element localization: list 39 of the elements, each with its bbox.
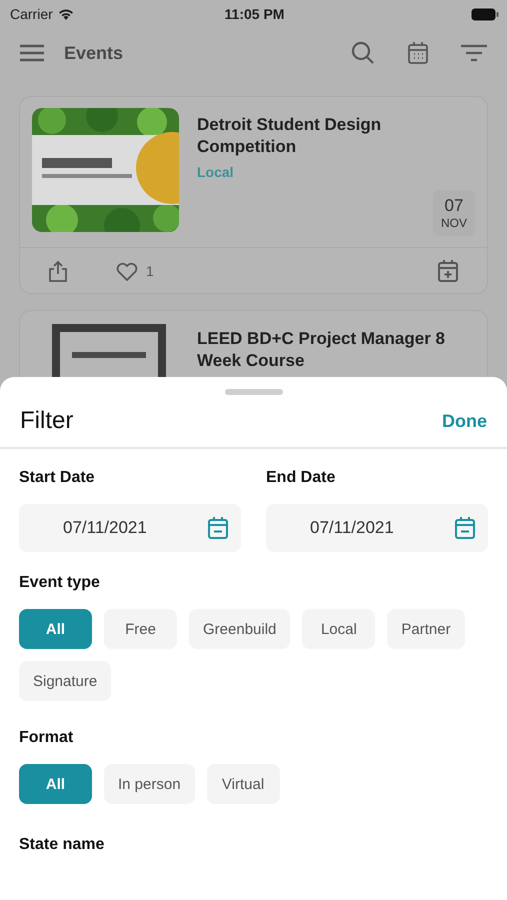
add-to-calendar-button[interactable] [437, 258, 459, 282]
battery-icon [471, 8, 499, 20]
drag-handle[interactable] [224, 389, 282, 395]
carrier-name: Carrier [10, 6, 53, 22]
menu-button[interactable] [20, 44, 44, 62]
filter-chip[interactable]: Greenbuild [189, 609, 290, 649]
share-button[interactable] [48, 260, 68, 282]
calendar-plus-icon [437, 258, 459, 282]
event-card[interactable]: LEED BD+C Project Manager 8 Week Course [19, 310, 488, 377]
event-type: Local [197, 164, 235, 180]
filter-chip[interactable]: Virtual [206, 764, 280, 804]
filter-chip[interactable]: Partner [387, 609, 465, 649]
field-label: Start Date [19, 469, 96, 487]
filter-chip[interactable]: Signature [19, 661, 112, 701]
filter-chip[interactable]: Free [104, 609, 177, 649]
sheet-title: Filter [20, 407, 74, 435]
filter-chip[interactable]: All [19, 764, 92, 804]
date-field[interactable]: 07/11/2021 [266, 504, 488, 552]
event-card[interactable]: Detroit Student Design Competition Local 07 NOV 1 [19, 96, 488, 294]
filter-chip[interactable]: All [19, 609, 92, 649]
section-label: Format [19, 729, 74, 747]
filter-chip[interactable]: In person [104, 764, 195, 804]
filter-button[interactable] [461, 44, 487, 62]
done-button[interactable]: Done [442, 410, 487, 432]
calendar-icon [454, 516, 476, 540]
event-date: 07 NOV [432, 190, 475, 236]
field-label: End Date [266, 469, 336, 487]
section-label: State name [19, 836, 106, 854]
calendar-button[interactable] [407, 41, 429, 65]
search-button[interactable] [351, 41, 375, 65]
wifi-icon [58, 8, 74, 20]
section-label: Event type [19, 574, 101, 592]
calendar-icon [207, 516, 229, 540]
date-field[interactable]: 07/11/2021 [19, 504, 241, 552]
clock: 11:05 PM [224, 6, 286, 22]
filter-chip[interactable]: Local [302, 609, 376, 649]
page-title: Events [64, 42, 124, 64]
event-title: Detroit Student Design Competition [197, 114, 382, 158]
event-title: LEED BD+C Project Manager 8 Week Course [197, 328, 446, 372]
